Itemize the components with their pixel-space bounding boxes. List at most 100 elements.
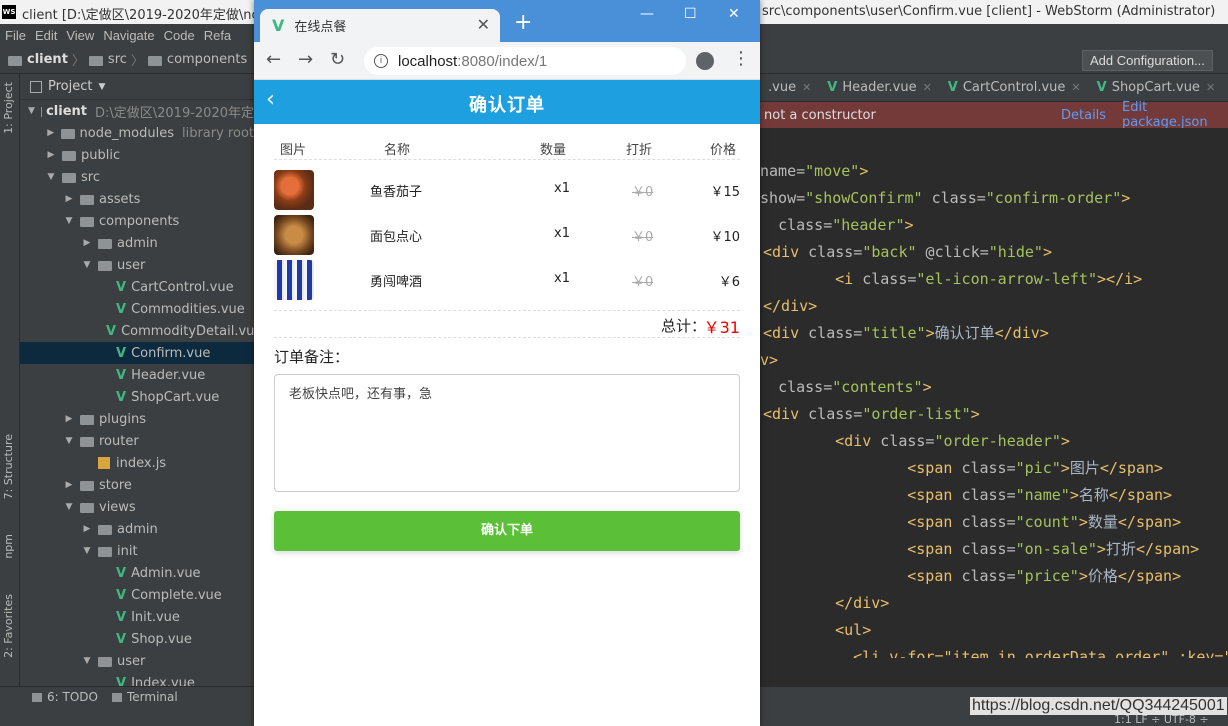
browser-tab[interactable]: V 在线点餐 ✕ (260, 9, 500, 42)
code-token: > (1078, 513, 1088, 531)
todo-tool-button[interactable]: 6: TODO (32, 690, 98, 704)
tree-item[interactable]: V CommodityDetail.vu (20, 320, 254, 342)
tree-item[interactable]: ▼ router (20, 430, 254, 452)
edit-package-json-link[interactable]: Edit package.json (1122, 100, 1228, 130)
tree-item[interactable]: V Index.vue (20, 672, 254, 687)
confirm-order-button[interactable]: 确认下单 (274, 511, 740, 551)
tree-item[interactable]: ▶ public (20, 144, 254, 166)
favorites-tool-tab[interactable]: 2: Favorites (2, 594, 15, 658)
info-icon[interactable]: i (374, 54, 388, 68)
code-line: <span class="name">名称</span> (835, 482, 1172, 509)
tree-item[interactable]: V Init.vue (20, 606, 254, 628)
close-icon[interactable]: ✕ (923, 81, 932, 94)
terminal-tool-button[interactable]: Terminal (112, 690, 178, 704)
tree-item[interactable]: V CartControl.vue (20, 276, 254, 298)
chevron-right-icon[interactable]: ▶ (46, 150, 56, 160)
tree-item[interactable]: V Header.vue (20, 364, 254, 386)
add-configuration-button[interactable]: Add Configuration... (1082, 50, 1213, 71)
code-token: "confirm-order" (985, 189, 1122, 207)
menu-navigate[interactable]: Navigate (103, 28, 154, 43)
tree-item[interactable]: ▶ admin (20, 518, 254, 540)
folder-icon (61, 129, 75, 139)
tree-item[interactable]: V Shop.vue (20, 628, 254, 650)
tree-item[interactable]: ▼ user (20, 254, 254, 276)
tree-item[interactable]: ▶ store (20, 474, 254, 496)
vue-file-icon: V (116, 587, 127, 603)
chevron-down-icon[interactable]: ▼ (82, 656, 92, 666)
tree-item[interactable]: V Admin.vue (20, 562, 254, 584)
maximize-icon[interactable]: ☐ (684, 6, 697, 22)
tree-item[interactable]: V Confirm.vue (20, 342, 254, 364)
breadcrumb-src[interactable]: src (108, 52, 127, 67)
chevron-right-icon[interactable]: ▶ (82, 524, 92, 534)
structure-tool-tab[interactable]: 7: Structure (2, 434, 15, 499)
close-icon[interactable]: ✕ (1206, 81, 1215, 94)
ide-title-right: src\components\user\Confirm.vue [client]… (762, 4, 1216, 19)
code-line: name="move"> (760, 158, 868, 185)
code-token: class= (808, 324, 863, 342)
tree-item[interactable]: ▶ node_modules library root (20, 122, 254, 144)
editor-tab[interactable]: V ShopCart.vue ✕ (1089, 80, 1224, 95)
chevron-down-icon[interactable]: ▼ (28, 106, 35, 116)
menu-view[interactable]: View (66, 28, 94, 43)
chevron-right-icon[interactable]: ▶ (64, 194, 74, 204)
editor-tab[interactable]: V Header.vue ✕ (819, 80, 940, 95)
tree-item[interactable]: index.js (20, 452, 254, 474)
chevron-down-icon[interactable]: ▼ (64, 436, 74, 446)
tree-item[interactable]: V ShopCart.vue (20, 386, 254, 408)
error-details-link[interactable]: Details (1061, 108, 1106, 123)
more-menu-icon[interactable]: ⋮ (732, 50, 750, 68)
tree-item[interactable]: ▼ client D:\定做区\2019-2020年定 (20, 100, 254, 122)
tree-item[interactable]: ▼ views (20, 496, 254, 518)
project-panel-header[interactable]: Project ▼ (20, 74, 254, 100)
tree-item-label: client (46, 103, 87, 119)
address-bar[interactable]: i localhost:8080/index/1 ☆ (364, 47, 686, 75)
npm-tool-tab[interactable]: npm (2, 534, 15, 559)
project-tool-tab[interactable]: 1: Project (2, 82, 15, 134)
tree-item[interactable]: ▶ assets (20, 188, 254, 210)
note-label: 订单备注： (274, 348, 350, 366)
folder-icon (80, 437, 94, 447)
chevron-right-icon[interactable]: ▶ (82, 238, 92, 248)
window-close-icon[interactable]: ✕ (728, 6, 740, 22)
breadcrumb-client[interactable]: client (27, 52, 68, 67)
close-icon[interactable]: ✕ (1071, 81, 1080, 94)
code-token: class= (808, 243, 863, 261)
close-tab-icon[interactable]: ✕ (477, 15, 490, 34)
chevron-right-icon[interactable]: ▶ (64, 480, 74, 490)
tree-item[interactable]: ▶ plugins (20, 408, 254, 430)
minimize-icon[interactable]: — (640, 6, 654, 22)
reload-icon[interactable]: ↻ (330, 50, 345, 70)
breadcrumb-components[interactable]: components (167, 52, 247, 67)
editor-tab[interactable]: .vue ✕ (760, 80, 819, 95)
chevron-right-icon[interactable]: ▶ (64, 414, 74, 424)
menu-edit[interactable]: Edit (35, 28, 57, 43)
order-note-textarea[interactable]: 老板快点吧，还有事，急 (274, 374, 740, 492)
code-editor[interactable]: name="move"> show="showConfirm" class="co… (760, 128, 1228, 658)
menu-file[interactable]: File (5, 28, 26, 43)
code-token: <div (799, 432, 881, 450)
chevron-down-icon[interactable]: ▼ (82, 546, 92, 556)
code-line: class="header"> (760, 212, 913, 239)
editor-tab[interactable]: V CartControl.vue ✕ (940, 80, 1089, 95)
close-icon[interactable]: ✕ (802, 81, 811, 94)
tree-item[interactable]: ▼ user (20, 650, 254, 672)
tree-item[interactable]: V Complete.vue (20, 584, 254, 606)
chevron-right-icon[interactable]: ▶ (46, 128, 55, 138)
menu-code[interactable]: Code (164, 28, 195, 43)
tree-item[interactable]: ▼ init (20, 540, 254, 562)
chevron-down-icon[interactable]: ▼ (64, 216, 74, 226)
browser-toolbar: ← → ↻ i localhost:8080/index/1 ☆ ⋮ (254, 42, 760, 80)
back-arrow-icon[interactable]: ← (266, 50, 281, 70)
chevron-down-icon[interactable]: ▼ (46, 172, 56, 182)
tree-item[interactable]: ▶ admin (20, 232, 254, 254)
profile-avatar-icon[interactable] (696, 52, 714, 70)
chevron-down-icon[interactable]: ▼ (82, 260, 92, 270)
tree-item[interactable]: ▼ src (20, 166, 254, 188)
chevron-down-icon[interactable]: ▼ (64, 502, 74, 512)
tree-item[interactable]: ▼ components (20, 210, 254, 232)
tree-item[interactable]: V Commodities.vue (20, 298, 254, 320)
forward-arrow-icon[interactable]: → (298, 50, 313, 70)
menu-refactor[interactable]: Refa (204, 28, 231, 43)
new-tab-button[interactable]: + (514, 12, 532, 34)
